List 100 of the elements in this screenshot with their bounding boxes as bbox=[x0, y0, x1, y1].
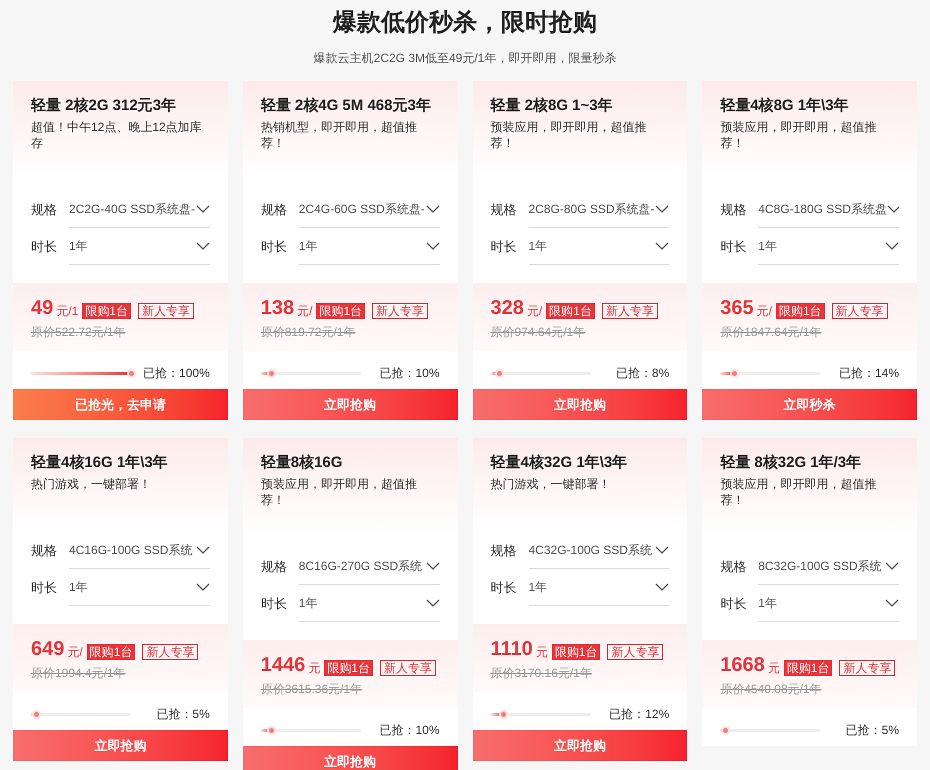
price: 1110 bbox=[490, 638, 533, 660]
original-price: 原价3170.16元/1年 bbox=[490, 665, 593, 682]
chevron-down-icon bbox=[885, 562, 899, 570]
spark-icon bbox=[730, 368, 740, 378]
price: 328 bbox=[490, 297, 524, 319]
new-user-badge: 新人专享 bbox=[138, 303, 194, 319]
price: 649 bbox=[31, 638, 64, 660]
spark-icon bbox=[494, 368, 504, 378]
select-field[interactable]: 2C8G-80G SSD系统盘- bbox=[528, 191, 670, 228]
page-subtitle: 爆款云主机2C2G 3M低至49元/1年，即开即用，限量秒杀 bbox=[314, 50, 616, 67]
chevron-down-icon bbox=[426, 599, 440, 607]
product-title: 轻量8核16G bbox=[260, 453, 344, 473]
select-field[interactable]: 8C32G-100G SSD系统 bbox=[758, 548, 899, 585]
price-unit: 元 bbox=[308, 660, 320, 676]
sold-reading: 已抢：5% bbox=[846, 722, 899, 739]
limit-badge: 限购1台 bbox=[546, 303, 595, 319]
product-title: 轻量4核32G 1年\3年 bbox=[490, 453, 628, 473]
limit-badge: 限购1台 bbox=[776, 303, 825, 319]
new-user-badge: 新人专享 bbox=[832, 303, 888, 319]
product-description: 预装应用，即开即用，超值推荐！ bbox=[720, 476, 878, 508]
limit-badge: 限购1台 bbox=[784, 660, 832, 676]
field-label: 规格 bbox=[260, 558, 287, 576]
sold-reading: 已抢：12% bbox=[609, 706, 670, 723]
sold-reading: 已抢：100% bbox=[143, 365, 210, 382]
select-field[interactable]: 2C4G-60G SSD系统盘- bbox=[298, 191, 440, 228]
field-label: 时长 bbox=[31, 238, 57, 256]
product-description: 预装应用，即开即用，超值推荐！ bbox=[490, 119, 648, 151]
field-label: 规格 bbox=[490, 542, 516, 560]
product-description: 热门游戏，一键部署！ bbox=[490, 476, 612, 492]
select-field[interactable]: 1年 bbox=[298, 228, 440, 265]
sold-reading: 已抢：14% bbox=[838, 365, 899, 382]
select-field[interactable]: 4C8G-180G SSD系统盘 bbox=[758, 191, 899, 228]
chevron-down-icon bbox=[885, 242, 899, 250]
chevron-down-icon bbox=[196, 242, 210, 250]
field-label: 时长 bbox=[720, 238, 746, 256]
field-label: 时长 bbox=[490, 578, 516, 597]
limit-badge: 限购1台 bbox=[552, 644, 600, 660]
price-unit: 元 bbox=[536, 644, 548, 660]
product-title: 轻量 2核8G 1~3年 bbox=[490, 96, 614, 116]
new-user-badge: 新人专享 bbox=[142, 644, 198, 660]
limit-badge: 限购1台 bbox=[82, 303, 131, 319]
select-field[interactable]: 1年 bbox=[758, 585, 899, 622]
chevron-down-icon bbox=[655, 583, 670, 591]
price: 1668 bbox=[720, 654, 765, 676]
chevron-down-icon bbox=[196, 583, 210, 591]
field-label: 规格 bbox=[720, 558, 746, 576]
select-field[interactable]: 2C2G-40G SSD系统盘- bbox=[69, 191, 210, 228]
product-description: 预装应用，即开即用，超值推荐！ bbox=[260, 476, 418, 508]
sold-reading: 已抢：10% bbox=[379, 722, 440, 739]
select-field[interactable]: 1年 bbox=[528, 228, 670, 265]
new-user-badge: 新人专享 bbox=[602, 303, 658, 319]
select-field[interactable]: 4C32G-100G SSD系统 bbox=[528, 532, 670, 569]
limit-badge: 限购1台 bbox=[316, 303, 366, 319]
select-field[interactable]: 8C16G-270G SSD系统 bbox=[298, 548, 440, 585]
select-field[interactable]: 1年 bbox=[298, 585, 440, 622]
new-user-badge: 新人专享 bbox=[380, 660, 436, 676]
chevron-down-icon bbox=[655, 205, 670, 213]
chevron-down-icon bbox=[655, 546, 670, 554]
original-price: 原价1847.64元/1年 bbox=[720, 324, 823, 341]
price-unit: 元/ bbox=[526, 303, 542, 319]
chevron-down-icon bbox=[886, 205, 899, 213]
field-label: 时长 bbox=[260, 594, 287, 613]
field-label: 规格 bbox=[31, 200, 57, 219]
price-unit: 元/ bbox=[67, 644, 83, 660]
spark-icon bbox=[721, 726, 730, 734]
chevron-down-icon bbox=[196, 205, 210, 213]
price: 1446 bbox=[260, 654, 306, 676]
select-field[interactable]: 1年 bbox=[758, 228, 899, 265]
product-title: 轻量4核8G 1年\3年 bbox=[720, 96, 850, 116]
chevron-down-icon bbox=[426, 242, 440, 250]
select-field[interactable]: 1年 bbox=[528, 569, 670, 606]
spark-icon bbox=[266, 368, 276, 378]
new-user-badge: 新人专享 bbox=[372, 303, 428, 319]
select-field[interactable]: 1年 bbox=[69, 228, 210, 265]
original-price: 原价4540.08元/1年 bbox=[720, 681, 823, 698]
select-field[interactable]: 1年 bbox=[69, 569, 210, 606]
sold-reading: 已抢：10% bbox=[379, 365, 440, 382]
new-user-badge: 新人专享 bbox=[839, 660, 896, 676]
original-price: 原价1994.4元/1年 bbox=[31, 665, 127, 682]
field-label: 时长 bbox=[31, 578, 57, 597]
field-label: 规格 bbox=[31, 542, 57, 560]
original-price: 原价974.64元/1年 bbox=[490, 324, 586, 341]
field-label: 规格 bbox=[260, 200, 287, 219]
price-unit: 元 bbox=[768, 660, 780, 676]
chevron-down-icon bbox=[196, 546, 210, 554]
product-description: 热门游戏，一键部署！ bbox=[31, 476, 152, 492]
product-description: 超值！中午12点、晚上12点加库存 bbox=[31, 119, 203, 151]
field-label: 规格 bbox=[720, 200, 746, 219]
field-label: 时长 bbox=[720, 594, 746, 613]
spark-icon bbox=[266, 726, 276, 734]
price: 365 bbox=[720, 297, 754, 319]
sold-reading: 已抢：5% bbox=[156, 706, 210, 723]
chevron-down-icon bbox=[885, 599, 899, 607]
select-field[interactable]: 4C16G-100G SSD系统 bbox=[69, 532, 210, 569]
price-unit: 元/ bbox=[297, 303, 312, 319]
product-description: 预装应用，即开即用，超值推荐！ bbox=[720, 119, 878, 151]
field-label: 时长 bbox=[260, 238, 287, 256]
field-label: 规格 bbox=[490, 200, 516, 219]
chevron-down-icon bbox=[426, 205, 440, 213]
original-price: 原价522.72元/1年 bbox=[31, 324, 127, 341]
